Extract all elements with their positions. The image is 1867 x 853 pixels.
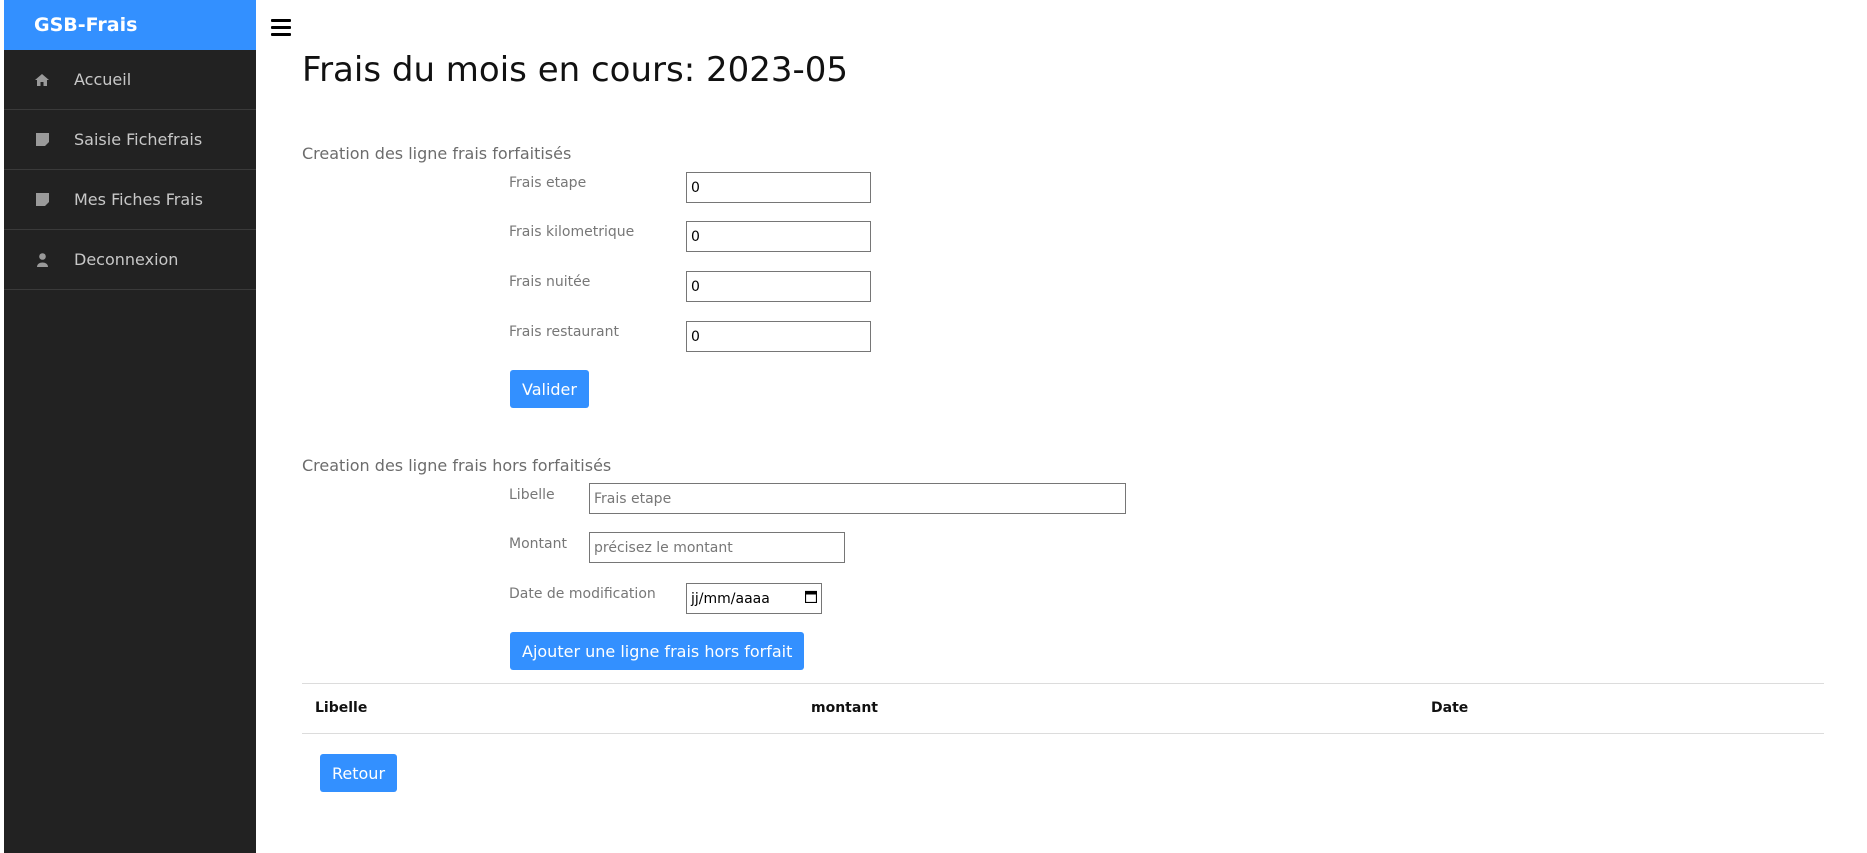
sidebar-item-saisie-fichefrais[interactable]: Saisie Fichefrais [4, 110, 256, 170]
montant-label: Montant [509, 536, 567, 552]
montant-input[interactable] [589, 532, 845, 563]
sidebar-item-accueil[interactable]: Accueil [4, 50, 256, 110]
libelle-input[interactable] [589, 483, 1126, 514]
sidebar-item-label: Saisie Fichefrais [74, 130, 203, 149]
table-header-montant: montant [811, 700, 878, 716]
note-icon [34, 132, 50, 148]
frais-restaurant-label: Frais restaurant [509, 324, 619, 340]
frais-etape-label: Frais etape [509, 175, 587, 191]
date-placeholder: jj/mm/aaaa [691, 590, 770, 607]
sidebar-item-mes-fiches-frais[interactable]: Mes Fiches Frais [4, 170, 256, 230]
note-icon [34, 192, 50, 208]
frais-nuitee-label: Frais nuitée [509, 274, 591, 290]
sidebar-item-deconnexion[interactable]: Deconnexion [4, 230, 256, 290]
libelle-label: Libelle [509, 487, 555, 503]
user-icon [34, 252, 50, 268]
hors-forfait-section-title: Creation des ligne frais hors forfaitisé… [302, 456, 612, 475]
menu-toggle-icon[interactable] [271, 19, 291, 39]
brand-title[interactable]: GSB-Frais [4, 0, 256, 50]
forfait-section-title: Creation des ligne frais forfaitisés [302, 144, 572, 163]
sidebar-item-label: Mes Fiches Frais [74, 190, 203, 209]
calendar-icon[interactable] [804, 590, 818, 607]
frais-etape-input[interactable] [686, 172, 871, 203]
table-header-libelle: Libelle [315, 700, 368, 716]
table-header-date: Date [1431, 700, 1469, 716]
frais-hors-forfait-table: Libelle montant Date [302, 683, 1824, 734]
home-icon [34, 72, 50, 88]
retour-button[interactable]: Retour [320, 754, 398, 792]
sidebar: GSB-Frais Accueil Saisie Fichefrais Mes … [4, 0, 256, 853]
sidebar-item-label: Deconnexion [74, 250, 179, 269]
date-modification-input[interactable]: jj/mm/aaaa [686, 583, 822, 614]
date-modification-label: Date de modification [509, 586, 656, 602]
frais-nuitee-input[interactable] [686, 271, 871, 302]
frais-kilometrique-label: Frais kilometrique [509, 224, 635, 240]
sidebar-item-label: Accueil [74, 70, 132, 89]
page-title: Frais du mois en cours: 2023-05 [302, 50, 849, 90]
frais-kilometrique-input[interactable] [686, 221, 871, 252]
ajouter-ligne-hors-forfait-button[interactable]: Ajouter une ligne frais hors forfait [510, 632, 805, 670]
valider-button[interactable]: Valider [510, 370, 589, 408]
frais-restaurant-input[interactable] [686, 321, 871, 352]
